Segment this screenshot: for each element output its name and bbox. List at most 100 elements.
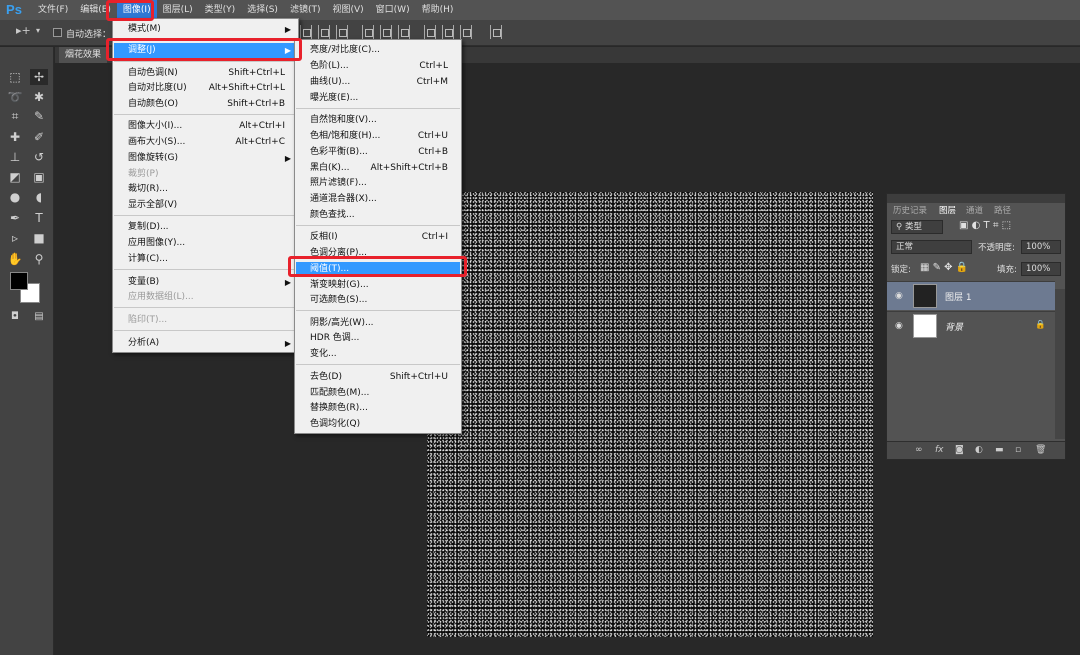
menu-item-trap[interactable]: 陷印(T)... (114, 313, 297, 328)
menu-item-selective-color[interactable]: 可选颜色(S)... (296, 293, 460, 308)
eye-icon[interactable]: ◉ (895, 321, 903, 331)
menu-item-reveal-all[interactable]: 显示全部(V) (114, 198, 297, 213)
hand-tool-icon[interactable]: ✋ (6, 251, 24, 267)
menu-item-crop[interactable]: 裁剪(P) (114, 167, 297, 182)
menu-item-color-lookup[interactable]: 颜色查找... (296, 208, 460, 223)
menu-item-canvas-size[interactable]: 画布大小(S)... Alt+Ctrl+C (114, 135, 297, 150)
menu-item-invert[interactable]: 反相(I) Ctrl+I (296, 230, 460, 245)
chevron-down-icon[interactable]: ▾ (36, 26, 40, 35)
menu-item-channel-mixer[interactable]: 通道混合器(X)... (296, 192, 460, 207)
eye-icon[interactable]: ◉ (895, 291, 903, 301)
menu-item-variations[interactable]: 变化... (296, 347, 460, 362)
move-tool-icon[interactable]: ▸+ (16, 24, 31, 37)
move-tool-icon[interactable]: ✢ (30, 69, 48, 85)
menu-item-black-white[interactable]: 黑白(K)... Alt+Shift+Ctrl+B (296, 161, 460, 176)
eyedropper-icon[interactable]: ✎ (30, 108, 48, 124)
tab-paths[interactable]: 路径 (990, 204, 1015, 218)
menu-item-color-balance[interactable]: 色彩平衡(B)... Ctrl+B (296, 145, 460, 160)
align-icon[interactable] (460, 25, 472, 39)
menu-type[interactable]: 类型(Y) (199, 0, 242, 20)
align-icon[interactable] (300, 25, 312, 39)
menu-item-auto-contrast[interactable]: 自动对比度(U) Alt+Shift+Ctrl+L (114, 81, 297, 96)
tab-channels[interactable]: 通道 (962, 204, 987, 218)
path-selection-icon[interactable]: ▹ (6, 230, 24, 246)
folder-icon[interactable]: ▬ (995, 445, 1004, 455)
lasso-tool-icon[interactable]: ➰ (6, 89, 24, 105)
menu-item-image-rotation[interactable]: 图像旋转(G) ▶ (114, 151, 297, 166)
zoom-tool-icon[interactable]: ⚲ (30, 251, 48, 267)
auto-select-checkbox[interactable] (53, 28, 62, 37)
brush-tool-icon[interactable]: ✐ (30, 129, 48, 145)
align-icon[interactable] (318, 25, 330, 39)
document-tab[interactable]: 烟花效果 (59, 47, 108, 63)
menu-item-auto-tone[interactable]: 自动色调(N) Shift+Ctrl+L (114, 66, 297, 81)
type-tool-icon[interactable]: T (30, 210, 48, 226)
align-icon[interactable] (380, 25, 392, 39)
link-icon[interactable]: ∞ (915, 445, 923, 455)
menu-item-replace-color[interactable]: 替换颜色(R)... (296, 401, 460, 416)
align-icon[interactable] (336, 25, 348, 39)
menu-item-levels[interactable]: 色阶(L)... Ctrl+L (296, 59, 460, 74)
menu-item-apply-data-set[interactable]: 应用数据组(L)... (114, 290, 297, 305)
history-brush-icon[interactable]: ↺ (30, 149, 48, 165)
screen-mode-icon[interactable]: ▤ (30, 309, 48, 325)
gradient-tool-icon[interactable]: ▣ (30, 169, 48, 185)
menu-item-curves[interactable]: 曲线(U)... Ctrl+M (296, 75, 460, 90)
adjustment-layer-icon[interactable]: ◐ (975, 445, 983, 455)
menu-item-exposure[interactable]: 曝光度(E)... (296, 91, 460, 106)
crop-tool-icon[interactable]: ⌗ (6, 108, 24, 124)
menu-item-hdr-toning[interactable]: HDR 色调... (296, 331, 460, 346)
clone-stamp-icon[interactable]: ⊥ (6, 149, 24, 165)
menu-select[interactable]: 选择(S) (241, 0, 284, 20)
layer-row[interactable]: ◉ 背景 🔒 (887, 311, 1055, 340)
menu-help[interactable]: 帮助(H) (416, 0, 460, 20)
align-icon[interactable] (424, 25, 436, 39)
menu-item-trim[interactable]: 裁切(R)... (114, 182, 297, 197)
menu-item-apply-image[interactable]: 应用图像(Y)... (114, 236, 297, 251)
fx-icon[interactable]: fx (935, 445, 944, 455)
pen-tool-icon[interactable]: ✒ (6, 210, 24, 226)
scrollbar[interactable] (1055, 289, 1065, 439)
menu-item-calculations[interactable]: 计算(C)... (114, 252, 297, 267)
dodge-tool-icon[interactable]: ◖ (30, 189, 48, 205)
trash-icon[interactable]: 🗑 (1035, 445, 1046, 455)
lock-icons[interactable]: ▦ ✎ ✥ 🔒 (920, 262, 968, 273)
foreground-color-swatch[interactable] (10, 272, 28, 290)
menu-layer[interactable]: 图层(L) (157, 0, 199, 20)
menu-item-desaturate[interactable]: 去色(D) Shift+Ctrl+U (296, 370, 460, 385)
layer-row[interactable]: ◉ 图层 1 (887, 281, 1055, 310)
align-icon[interactable] (398, 25, 410, 39)
align-icon[interactable] (442, 25, 454, 39)
menu-item-photo-filter[interactable]: 照片滤镜(F)... (296, 176, 460, 191)
menu-item-match-color[interactable]: 匹配颜色(M)... (296, 386, 460, 401)
fill-input[interactable]: 100% (1021, 262, 1061, 276)
layer-filter-select[interactable]: ⚲ 类型 (891, 220, 943, 234)
new-layer-icon[interactable]: ▫ (1015, 445, 1021, 455)
menu-item-gradient-map[interactable]: 渐变映射(G)... (296, 278, 460, 293)
menu-filter[interactable]: 滤镜(T) (284, 0, 327, 20)
healing-brush-icon[interactable]: ✚ (6, 129, 24, 145)
opacity-input[interactable]: 100% (1021, 240, 1061, 254)
rectangle-tool-icon[interactable]: ■ (30, 230, 48, 246)
menu-item-image-size[interactable]: 图像大小(I)... Alt+Ctrl+I (114, 119, 297, 134)
filter-icons[interactable]: ▣ ◐ T ⌗ ⬚ (959, 220, 1011, 231)
distribute-icon[interactable] (490, 25, 502, 39)
menu-item-vibrance[interactable]: 自然饱和度(V)... (296, 113, 460, 128)
menu-view[interactable]: 视图(V) (326, 0, 369, 20)
menu-item-brightness-contrast[interactable]: 亮度/对比度(C)... (296, 43, 460, 58)
align-icon[interactable] (362, 25, 374, 39)
menu-item-variables[interactable]: 变量(B) ▶ (114, 275, 297, 290)
document-canvas[interactable] (427, 192, 873, 637)
menu-item-mode[interactable]: 模式(M) ▶ (114, 22, 297, 37)
quick-mask-icon[interactable]: ◘ (6, 309, 24, 325)
menu-item-duplicate[interactable]: 复制(D)... (114, 220, 297, 235)
menu-window[interactable]: 窗口(W) (370, 0, 416, 20)
menu-item-shadows-highlights[interactable]: 阴影/高光(W)... (296, 316, 460, 331)
menu-item-analysis[interactable]: 分析(A) ▶ (114, 336, 297, 351)
eraser-icon[interactable]: ◩ (6, 169, 24, 185)
menu-item-hue-saturation[interactable]: 色相/饱和度(H)... Ctrl+U (296, 129, 460, 144)
magic-wand-icon[interactable]: ✱ (30, 89, 48, 105)
blend-mode-select[interactable]: 正常 (891, 240, 972, 254)
menu-file[interactable]: 文件(F) (32, 0, 74, 20)
tab-history[interactable]: 历史记录 (889, 204, 931, 218)
